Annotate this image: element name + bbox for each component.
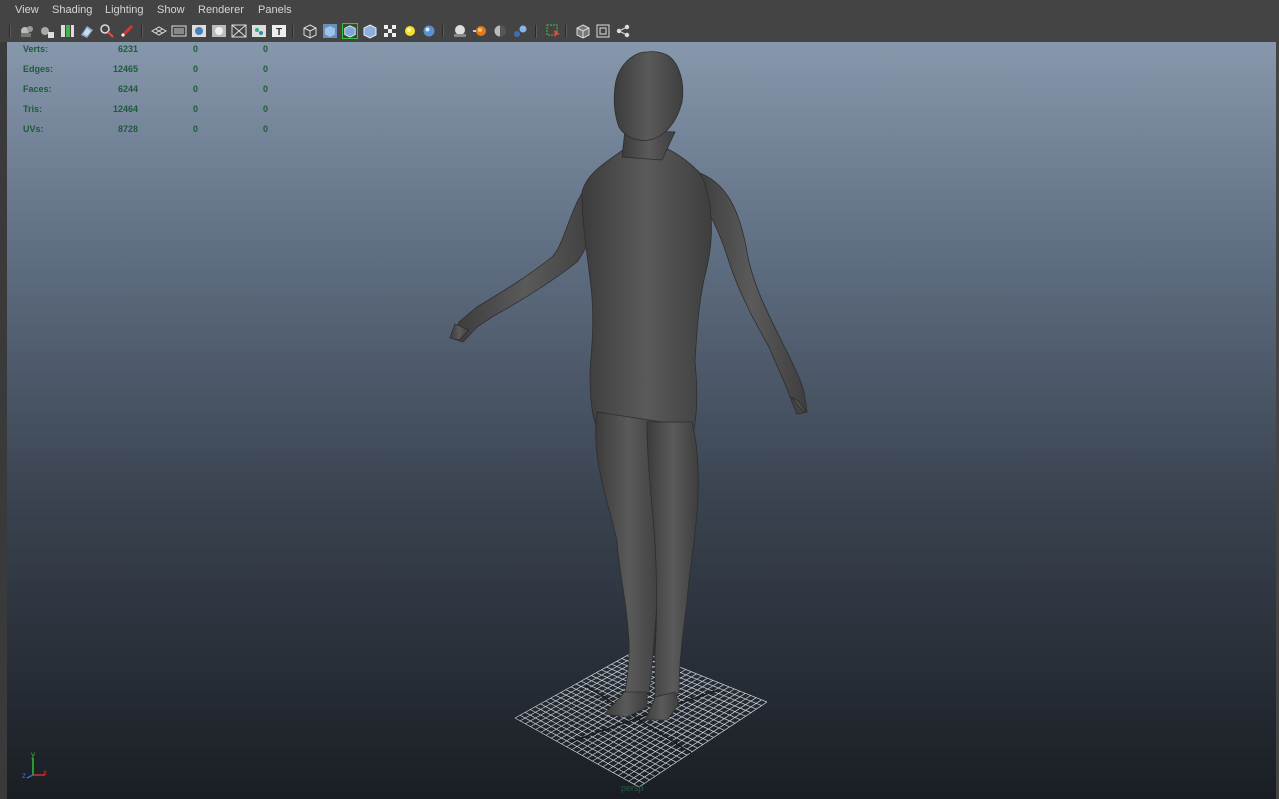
hud-value: 0: [262, 104, 268, 114]
toolbar-separator: [9, 25, 11, 38]
hud-value: 0: [262, 124, 268, 134]
hud-value: 6244: [117, 84, 138, 94]
textured-icon[interactable]: [382, 23, 398, 39]
toolbar-separator: [292, 25, 294, 38]
hud-value: 0: [192, 44, 198, 54]
menu-panels[interactable]: Panels: [258, 4, 292, 16]
menu-show[interactable]: Show: [157, 4, 185, 16]
image-plane-icon[interactable]: [79, 23, 95, 39]
hud-value: 6231: [117, 44, 138, 54]
resolution-gate-icon[interactable]: [191, 23, 207, 39]
svg-text:T: T: [276, 27, 282, 38]
xray-joints-icon[interactable]: [595, 23, 611, 39]
shadows-icon[interactable]: [421, 23, 437, 39]
toolbar-separator: [141, 25, 143, 38]
axis-label-y: y: [31, 750, 35, 759]
toolbar-separator: [565, 25, 567, 38]
hud-label: Edges:: [23, 64, 54, 74]
panel-toolbar: T: [0, 21, 1279, 42]
perspective-viewport[interactable]: Verts: 6231 0 0 Edges: 12465 0 0 Faces: 6244 0 0 Tri…: [7, 42, 1276, 799]
wireframe-on-shaded-icon[interactable]: [342, 23, 358, 39]
hud-label: Tris:: [23, 104, 43, 114]
hud-value: 12465: [112, 64, 138, 74]
view-axis-icon: [26, 758, 45, 779]
field-chart-icon[interactable]: [231, 23, 247, 39]
toolbar-separator: [535, 25, 537, 38]
2d-pan-zoom-icon[interactable]: [99, 23, 115, 39]
hud-label: Verts:: [23, 44, 49, 54]
hud-label: UVs:: [23, 124, 44, 134]
isolate-select-icon[interactable]: [545, 23, 561, 39]
xray-active-components-icon[interactable]: [615, 23, 631, 39]
camera-attributes-icon[interactable]: [39, 23, 55, 39]
panel-left-edge: [0, 42, 7, 799]
hud-value: 0: [192, 64, 198, 74]
wireframe-icon[interactable]: [302, 23, 318, 39]
ambient-occlusion-icon[interactable]: [452, 23, 468, 39]
menu-lighting[interactable]: Lighting: [105, 4, 144, 16]
smooth-shade-icon[interactable]: [322, 23, 338, 39]
human-body-mesh[interactable]: [7, 42, 1276, 799]
menu-renderer[interactable]: Renderer: [198, 4, 244, 16]
default-material-icon[interactable]: [362, 23, 378, 39]
use-lights-icon[interactable]: [402, 23, 418, 39]
depth-of-field-icon[interactable]: [512, 23, 528, 39]
hud-value: 12464: [112, 104, 138, 114]
panel-menubar: View Shading Lighting Show Renderer Pane…: [0, 0, 1279, 21]
axis-label-x: x: [43, 768, 47, 777]
hud-value: 0: [192, 84, 198, 94]
safe-action-icon[interactable]: [251, 23, 267, 39]
hud-value: 0: [262, 44, 268, 54]
safe-title-icon[interactable]: T: [271, 23, 287, 39]
film-gate-icon[interactable]: [171, 23, 187, 39]
gate-mask-icon[interactable]: [211, 23, 227, 39]
hud-label: Faces:: [23, 84, 52, 94]
hud-value: 8728: [117, 124, 138, 134]
hud-value: 0: [262, 84, 268, 94]
bookmarks-icon[interactable]: [59, 23, 75, 39]
grease-pencil-icon[interactable]: [119, 23, 135, 39]
hud-value: 0: [192, 124, 198, 134]
xray-icon[interactable]: [575, 23, 591, 39]
toolbar-separator: [442, 25, 444, 38]
multisample-aa-icon[interactable]: [492, 23, 508, 39]
hud-value: 0: [192, 104, 198, 114]
menu-view[interactable]: View: [15, 4, 39, 16]
camera-name-label: persp: [621, 783, 644, 793]
select-camera-icon[interactable]: [19, 23, 35, 39]
grid-icon[interactable]: [151, 23, 167, 39]
axis-label-z: z: [22, 771, 26, 780]
menu-shading[interactable]: Shading: [52, 4, 92, 16]
motion-blur-icon[interactable]: [472, 23, 488, 39]
hud-value: 0: [262, 64, 268, 74]
